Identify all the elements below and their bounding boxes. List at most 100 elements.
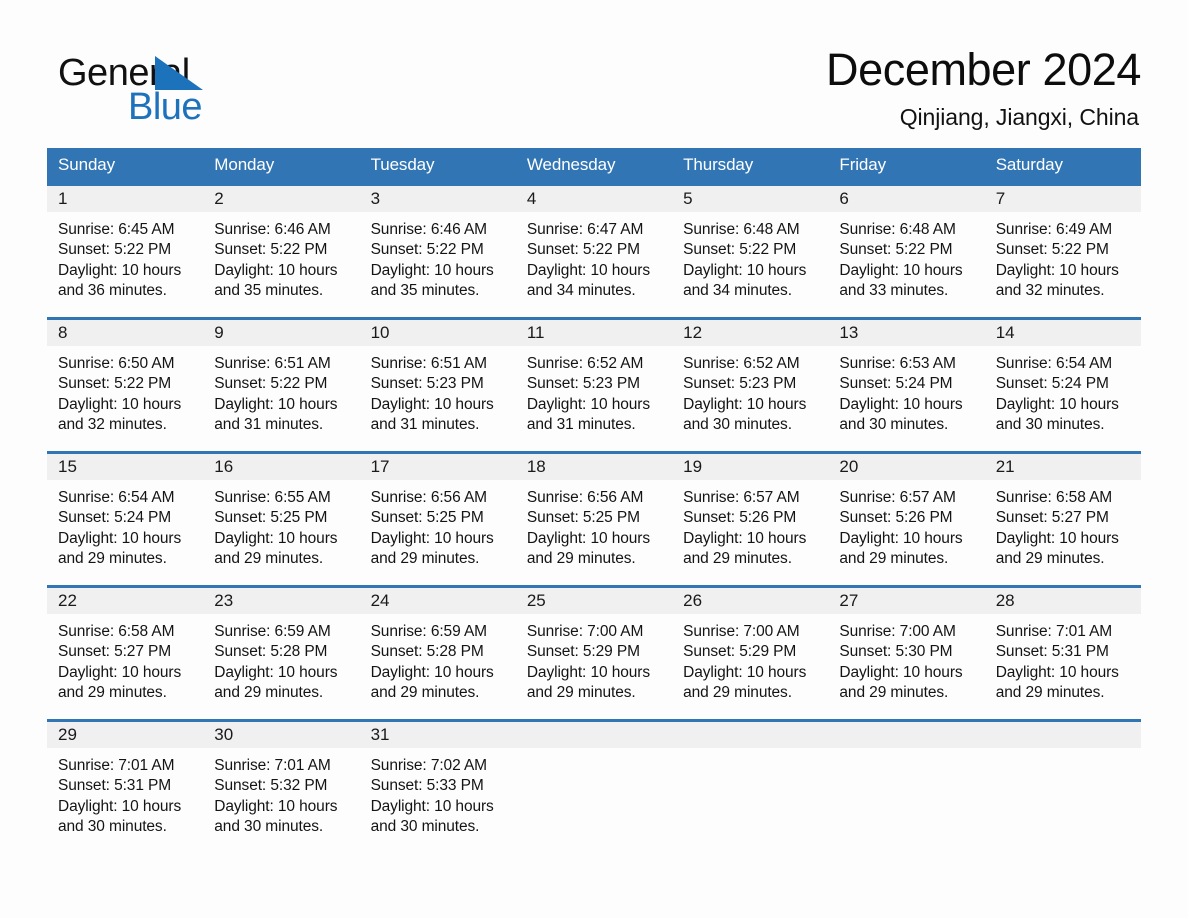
daylight-duration-line1: Daylight: 10 hours bbox=[683, 529, 807, 547]
day-number: 5 bbox=[672, 186, 829, 213]
sunrise-time: Sunrise: 6:47 AM bbox=[526, 221, 644, 239]
day-number: 7 bbox=[984, 186, 1141, 213]
title-block: December 2024 Qinjiang, Jiangxi, China bbox=[826, 44, 1141, 131]
calendar-empty-cell bbox=[515, 719, 673, 854]
sunset-time: Sunset: 5:25 PM bbox=[526, 509, 640, 527]
daylight-duration-line1: Daylight: 10 hours bbox=[214, 663, 338, 681]
sunset-time: Sunset: 5:33 PM bbox=[370, 777, 484, 795]
day-details: Sunrise: 6:56 AM Sunset: 5:25 PM Daylight:… bbox=[516, 480, 672, 569]
calendar-day-cell[interactable]: 3 Sunrise: 6:46 AM Sunset: 5:22 PM Daylight… bbox=[359, 183, 516, 319]
day-details: Sunrise: 6:54 AM Sunset: 5:24 PM Daylight:… bbox=[47, 480, 203, 569]
calendar-day-cell[interactable]: 18 Sunrise: 6:56 AM Sunset: 5:25 PM Dayligh… bbox=[515, 451, 673, 587]
day-number: 31 bbox=[359, 722, 516, 749]
sunset-time: Sunset: 5:24 PM bbox=[839, 375, 953, 393]
calendar-day-cell[interactable]: 26 Sunrise: 7:00 AM Sunset: 5:29 PM Dayligh… bbox=[672, 585, 829, 721]
day-number: 26 bbox=[672, 588, 829, 615]
sunset-time: Sunset: 5:22 PM bbox=[370, 241, 484, 259]
day-details: Sunrise: 6:59 AM Sunset: 5:28 PM Daylight:… bbox=[203, 614, 359, 703]
daylight-duration-line1: Daylight: 10 hours bbox=[995, 529, 1119, 547]
daylight-duration-line1: Daylight: 10 hours bbox=[370, 663, 494, 681]
calendar-week-row: 29 Sunrise: 7:01 AM Sunset: 5:31 PM Dayligh… bbox=[47, 719, 1141, 854]
calendar-day-cell[interactable]: 22 Sunrise: 6:58 AM Sunset: 5:27 PM Dayligh… bbox=[47, 585, 204, 721]
day-number: 1 bbox=[47, 186, 204, 213]
day-details: Sunrise: 6:46 AM Sunset: 5:22 PM Daylight:… bbox=[360, 212, 516, 301]
calendar-day-cell[interactable]: 7 Sunrise: 6:49 AM Sunset: 5:22 PM Daylight… bbox=[984, 183, 1141, 319]
sunset-time: Sunset: 5:22 PM bbox=[995, 241, 1109, 259]
sunrise-time: Sunrise: 6:56 AM bbox=[370, 489, 488, 507]
calendar-day-cell[interactable]: 24 Sunrise: 6:59 AM Sunset: 5:28 PM Dayligh… bbox=[359, 585, 516, 721]
daylight-duration-line1: Daylight: 10 hours bbox=[58, 395, 182, 413]
calendar-day-cell[interactable]: 30 Sunrise: 7:01 AM Sunset: 5:32 PM Dayligh… bbox=[203, 719, 360, 854]
calendar-day-cell[interactable]: 11 Sunrise: 6:52 AM Sunset: 5:23 PM Dayligh… bbox=[515, 317, 673, 453]
daylight-duration-line1: Daylight: 10 hours bbox=[214, 261, 338, 279]
sunrise-time: Sunrise: 6:58 AM bbox=[58, 623, 175, 641]
sunrise-time: Sunrise: 6:48 AM bbox=[839, 221, 956, 239]
sunrise-time: Sunrise: 7:00 AM bbox=[839, 623, 956, 641]
sunrise-time: Sunrise: 7:01 AM bbox=[214, 757, 331, 775]
sunset-time: Sunset: 5:23 PM bbox=[683, 375, 797, 393]
day-details: Sunrise: 7:01 AM Sunset: 5:31 PM Daylight:… bbox=[985, 614, 1141, 703]
calendar-day-cell[interactable]: 9 Sunrise: 6:51 AM Sunset: 5:22 PM Daylight… bbox=[203, 317, 360, 453]
daylight-duration-line1: Daylight: 10 hours bbox=[58, 261, 182, 279]
calendar-day-cell[interactable]: 6 Sunrise: 6:48 AM Sunset: 5:22 PM Daylight… bbox=[828, 183, 985, 319]
calendar-day-cell[interactable]: 1 Sunrise: 6:45 AM Sunset: 5:22 PM Daylight… bbox=[47, 183, 204, 319]
calendar-day-cell[interactable]: 15 Sunrise: 6:54 AM Sunset: 5:24 PM Dayligh… bbox=[47, 451, 204, 587]
day-details: Sunrise: 6:50 AM Sunset: 5:22 PM Daylight:… bbox=[47, 346, 203, 435]
daylight-duration-line1: Daylight: 10 hours bbox=[370, 261, 494, 279]
weekday-header-monday: Monday bbox=[203, 148, 360, 185]
calendar-day-cell[interactable]: 8 Sunrise: 6:50 AM Sunset: 5:22 PM Daylight… bbox=[47, 317, 204, 453]
page-title: December 2024 bbox=[826, 44, 1141, 95]
day-details: Sunrise: 7:02 AM Sunset: 5:33 PM Daylight:… bbox=[360, 748, 516, 837]
daylight-duration-line1: Daylight: 10 hours bbox=[683, 261, 807, 279]
day-number bbox=[672, 722, 829, 749]
calendar-day-cell[interactable]: 21 Sunrise: 6:58 AM Sunset: 5:27 PM Dayligh… bbox=[984, 451, 1141, 587]
day-details: Sunrise: 6:54 AM Sunset: 5:24 PM Daylight:… bbox=[985, 346, 1141, 435]
calendar-day-cell[interactable]: 19 Sunrise: 6:57 AM Sunset: 5:26 PM Dayligh… bbox=[672, 451, 829, 587]
calendar-day-cell[interactable]: 17 Sunrise: 6:56 AM Sunset: 5:25 PM Dayligh… bbox=[359, 451, 516, 587]
weekday-header-wednesday: Wednesday bbox=[515, 148, 673, 185]
daylight-duration-line1: Daylight: 10 hours bbox=[995, 395, 1119, 413]
day-details: Sunrise: 6:48 AM Sunset: 5:22 PM Daylight:… bbox=[828, 212, 984, 301]
calendar-day-cell[interactable]: 20 Sunrise: 6:57 AM Sunset: 5:26 PM Dayligh… bbox=[828, 451, 985, 587]
calendar-day-cell[interactable]: 31 Sunrise: 7:02 AM Sunset: 5:33 PM Dayligh… bbox=[359, 719, 516, 854]
day-details: Sunrise: 6:58 AM Sunset: 5:27 PM Daylight:… bbox=[47, 614, 203, 703]
sunset-time: Sunset: 5:26 PM bbox=[839, 509, 953, 527]
calendar-day-cell[interactable]: 13 Sunrise: 6:53 AM Sunset: 5:24 PM Dayligh… bbox=[828, 317, 985, 453]
calendar-day-cell[interactable]: 16 Sunrise: 6:55 AM Sunset: 5:25 PM Dayligh… bbox=[203, 451, 360, 587]
calendar-day-cell[interactable]: 27 Sunrise: 7:00 AM Sunset: 5:30 PM Dayligh… bbox=[828, 585, 985, 721]
sunset-time: Sunset: 5:31 PM bbox=[995, 643, 1109, 661]
weekday-header-sunday: Sunday bbox=[47, 148, 204, 185]
daylight-duration-line2: and 29 minutes. bbox=[58, 549, 167, 567]
daylight-duration-line2: and 30 minutes. bbox=[214, 817, 324, 835]
sunrise-time: Sunrise: 6:58 AM bbox=[995, 489, 1113, 507]
daylight-duration-line2: and 30 minutes. bbox=[370, 817, 480, 835]
calendar-page: General Blue December 2024 Qinjiang, Jia… bbox=[0, 0, 1188, 918]
calendar-day-cell[interactable]: 14 Sunrise: 6:54 AM Sunset: 5:24 PM Dayligh… bbox=[984, 317, 1141, 453]
calendar-day-cell[interactable]: 4 Sunrise: 6:47 AM Sunset: 5:22 PM Daylight… bbox=[515, 183, 673, 319]
location-subtitle: Qinjiang, Jiangxi, China bbox=[899, 104, 1139, 131]
calendar-day-cell[interactable]: 23 Sunrise: 6:59 AM Sunset: 5:28 PM Dayligh… bbox=[203, 585, 360, 721]
calendar-day-cell[interactable]: 29 Sunrise: 7:01 AM Sunset: 5:31 PM Dayligh… bbox=[47, 719, 204, 854]
day-number: 12 bbox=[672, 320, 829, 347]
day-number bbox=[828, 722, 985, 749]
sunset-time: Sunset: 5:29 PM bbox=[683, 643, 797, 661]
sunset-time: Sunset: 5:30 PM bbox=[839, 643, 953, 661]
calendar-day-cell[interactable]: 12 Sunrise: 6:52 AM Sunset: 5:23 PM Dayligh… bbox=[672, 317, 829, 453]
calendar-day-cell[interactable]: 25 Sunrise: 7:00 AM Sunset: 5:29 PM Dayligh… bbox=[515, 585, 673, 721]
calendar-day-cell[interactable]: 2 Sunrise: 6:46 AM Sunset: 5:22 PM Daylight… bbox=[203, 183, 360, 319]
daylight-duration-line1: Daylight: 10 hours bbox=[526, 529, 650, 547]
day-number: 13 bbox=[828, 320, 985, 347]
sunset-time: Sunset: 5:26 PM bbox=[683, 509, 797, 527]
daylight-duration-line2: and 29 minutes. bbox=[995, 549, 1105, 567]
generalblue-logo[interactable]: General Blue bbox=[47, 44, 277, 128]
calendar-day-cell[interactable]: 10 Sunrise: 6:51 AM Sunset: 5:23 PM Dayligh… bbox=[359, 317, 516, 453]
sunrise-time: Sunrise: 7:01 AM bbox=[995, 623, 1113, 641]
calendar-week-row: 22 Sunrise: 6:58 AM Sunset: 5:27 PM Dayligh… bbox=[47, 585, 1141, 721]
calendar-day-cell[interactable]: 28 Sunrise: 7:01 AM Sunset: 5:31 PM Dayligh… bbox=[984, 585, 1141, 721]
day-number: 16 bbox=[203, 454, 360, 481]
sunrise-time: Sunrise: 6:45 AM bbox=[58, 221, 175, 239]
daylight-duration-line1: Daylight: 10 hours bbox=[58, 663, 182, 681]
daylight-duration-line1: Daylight: 10 hours bbox=[839, 395, 963, 413]
day-number: 15 bbox=[47, 454, 204, 481]
calendar-day-cell[interactable]: 5 Sunrise: 6:48 AM Sunset: 5:22 PM Daylight… bbox=[672, 183, 829, 319]
